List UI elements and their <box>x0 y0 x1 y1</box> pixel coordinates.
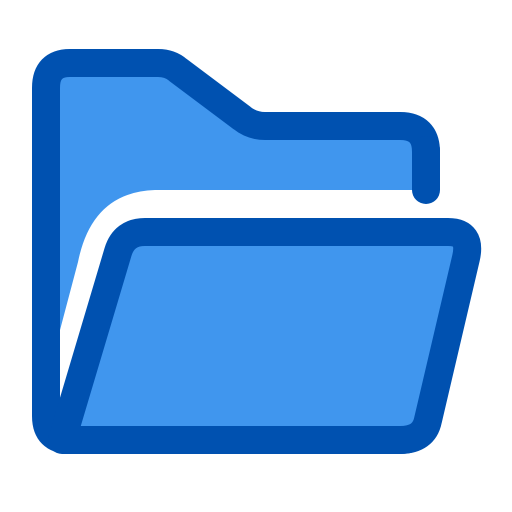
folder-open-icon <box>32 49 482 454</box>
icon-stage <box>0 0 512 512</box>
folder-front-flap <box>48 218 482 454</box>
